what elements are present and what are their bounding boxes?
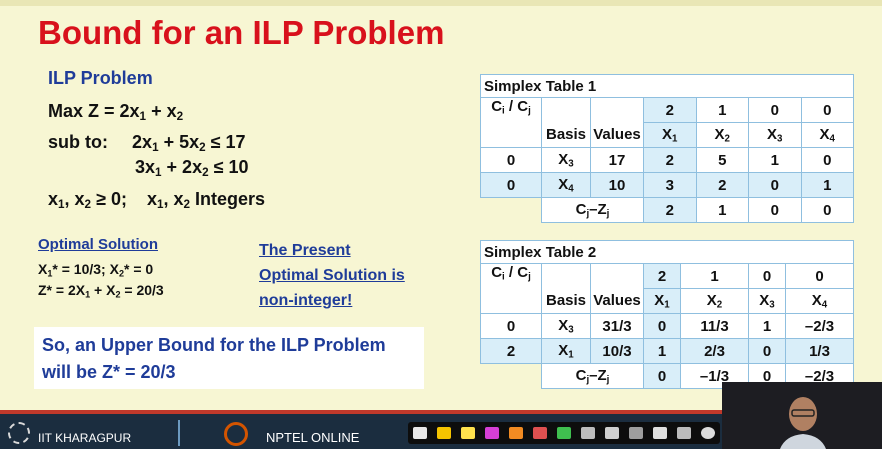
basis-header: Basis: [541, 122, 591, 148]
cost-x4: 0: [785, 263, 854, 289]
simplex-table-1: Simplex Table 1 Ci / Cj 2 1 0 0 Basis Va…: [480, 74, 854, 223]
bound-line-1: So, an Upper Bound for the ILP Problem: [42, 335, 386, 355]
upper-bound-box: So, an Upper Bound for the ILP Problem w…: [34, 327, 424, 389]
presenter-icon: [780, 397, 826, 449]
cj-header: Ci / Cj: [480, 263, 542, 314]
shape-icon[interactable]: [581, 427, 595, 439]
cost-x3: 0: [748, 97, 802, 123]
var-header-x4: X4: [785, 288, 854, 314]
var-header-x1: X1: [643, 122, 697, 148]
undo-icon[interactable]: [605, 427, 619, 439]
presenter-video: [722, 382, 882, 449]
cost-x1: 2: [642, 263, 682, 289]
pointer-icon[interactable]: [413, 427, 427, 439]
note-line-2: Optimal Solution is: [259, 267, 405, 284]
constraint-2: 3x1 + 2x2 ≤ 10: [135, 157, 249, 179]
eraser-icon[interactable]: [533, 427, 547, 439]
clear-icon[interactable]: [629, 427, 643, 439]
table-caption: Simplex Table 1: [480, 74, 854, 98]
color-icon[interactable]: [557, 427, 571, 439]
cost-x4: 0: [800, 97, 854, 123]
cost-x2: 1: [680, 263, 749, 289]
basis-header: Basis: [541, 288, 591, 314]
bound-line-2: will be Z* = 20/3: [42, 362, 176, 382]
annotation-toolbar: [408, 422, 720, 444]
top-strip: [0, 0, 882, 6]
footer-divider: [178, 420, 180, 446]
nonnegativity-integer: x1, x2 ≥ 0; x1, x2 Integers: [48, 189, 266, 211]
optimal-solution: Optimal Solution X1* = 10/3; X2* = 0 Z* …: [38, 236, 164, 300]
nptel-logo-icon: [224, 422, 248, 446]
zoom-icon[interactable]: [677, 427, 691, 439]
ilp-heading: ILP Problem: [48, 68, 153, 88]
pencil-icon[interactable]: [509, 427, 523, 439]
constraint-1: sub to: 2x1 + 5x2 ≤ 17: [48, 132, 246, 154]
note-line-3: non-integer!: [259, 292, 353, 309]
values-header: Values: [590, 288, 644, 314]
close-icon[interactable]: [701, 427, 715, 439]
optimal-z: Z* = 2X1 + X2 = 20/3: [38, 282, 164, 300]
var-header-x1: X1: [642, 288, 682, 314]
non-integer-note: The Present Optimal Solution is non-inte…: [259, 238, 405, 313]
var-header-x3: X3: [748, 122, 802, 148]
optimal-heading: Optimal Solution: [38, 236, 158, 253]
objective-function: Max Z = 2x1 + x2: [48, 101, 184, 123]
var-header-x2: X2: [680, 288, 749, 314]
optimal-values: X1* = 10/3; X2* = 0: [38, 261, 154, 279]
simplex-table-2: Simplex Table 2 Ci / Cj 2 1 0 0 Basis Va…: [480, 240, 854, 389]
note-line-1: The Present: [259, 242, 351, 259]
cost-x1: 2: [643, 97, 697, 123]
table-row: 0 X3 31/3 0 11/3 1 –2/3: [480, 313, 854, 339]
pen-icon[interactable]: [437, 427, 451, 439]
highlighter-icon[interactable]: [461, 427, 475, 439]
var-header-x3: X3: [747, 288, 787, 314]
czj-row: Cj–Zj 2 1 0 0: [481, 197, 854, 223]
marker-icon[interactable]: [485, 427, 499, 439]
iit-logo-icon: [8, 422, 30, 444]
cj-header: Ci / Cj: [480, 97, 542, 148]
table-caption: Simplex Table 2: [480, 240, 854, 264]
var-header-x2: X2: [695, 122, 749, 148]
slide-title: Bound for an ILP Problem: [38, 14, 445, 51]
table-row: 0 X4 10 3 2 0 1: [480, 172, 854, 198]
cost-x3: 0: [747, 263, 787, 289]
nptel-text: NPTEL ONLINE: [266, 430, 360, 445]
cost-x2: 1: [695, 97, 749, 123]
iit-logo-text: IIT KHARAGPUR: [38, 431, 132, 445]
values-header: Values: [590, 122, 644, 148]
table-row: 2 X1 10/3 1 2/3 0 1/3: [480, 338, 854, 364]
hand-icon[interactable]: [653, 427, 667, 439]
var-header-x4: X4: [800, 122, 854, 148]
table-row: 0 X3 17 2 5 1 0: [480, 147, 854, 173]
